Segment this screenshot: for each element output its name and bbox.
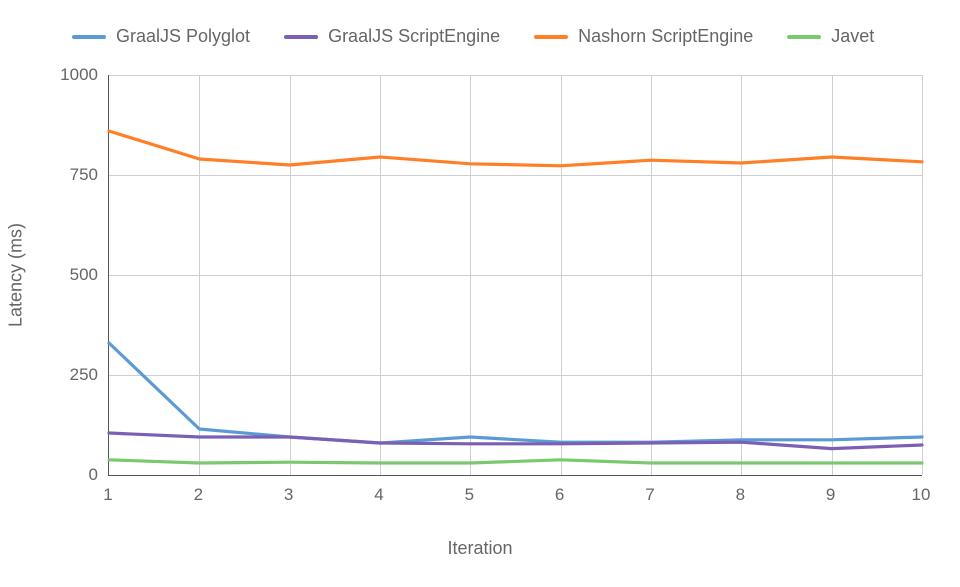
gridline-v <box>922 75 923 475</box>
legend: GraalJS Polyglot GraalJS ScriptEngine Na… <box>72 26 920 47</box>
y-tick-label: 0 <box>42 465 98 485</box>
series-svg <box>109 75 922 475</box>
x-tick-label: 9 <box>826 485 835 505</box>
legend-swatch <box>787 35 821 39</box>
x-tick-label: 10 <box>912 485 931 505</box>
legend-item: Javet <box>787 26 874 47</box>
x-tick-label: 1 <box>103 485 112 505</box>
y-tick-label: 1000 <box>42 65 98 85</box>
legend-item: Nashorn ScriptEngine <box>534 26 753 47</box>
x-tick-label: 2 <box>194 485 203 505</box>
series-line-nashorn-scriptengine <box>109 131 922 166</box>
legend-swatch <box>534 35 568 39</box>
y-tick-label: 500 <box>42 265 98 285</box>
legend-label: Javet <box>831 26 874 47</box>
legend-item: GraalJS Polyglot <box>72 26 250 47</box>
y-tick-label: 250 <box>42 365 98 385</box>
series-line-graaljs-polyglot <box>109 343 922 443</box>
chart-container: GraalJS Polyglot GraalJS ScriptEngine Na… <box>0 0 960 587</box>
y-axis-title: Latency (ms) <box>6 223 27 327</box>
legend-label: GraalJS Polyglot <box>116 26 250 47</box>
plot-area <box>108 75 922 476</box>
x-tick-label: 5 <box>465 485 474 505</box>
legend-label: GraalJS ScriptEngine <box>328 26 500 47</box>
legend-label: Nashorn ScriptEngine <box>578 26 753 47</box>
legend-item: GraalJS ScriptEngine <box>284 26 500 47</box>
x-axis-title: Iteration <box>447 538 512 559</box>
x-tick-label: 4 <box>374 485 383 505</box>
x-tick-label: 3 <box>284 485 293 505</box>
x-tick-label: 8 <box>736 485 745 505</box>
legend-swatch <box>72 35 106 39</box>
x-tick-label: 7 <box>645 485 654 505</box>
y-tick-label: 750 <box>42 165 98 185</box>
series-line-javet <box>109 460 922 463</box>
x-tick-label: 6 <box>555 485 564 505</box>
legend-swatch <box>284 35 318 39</box>
